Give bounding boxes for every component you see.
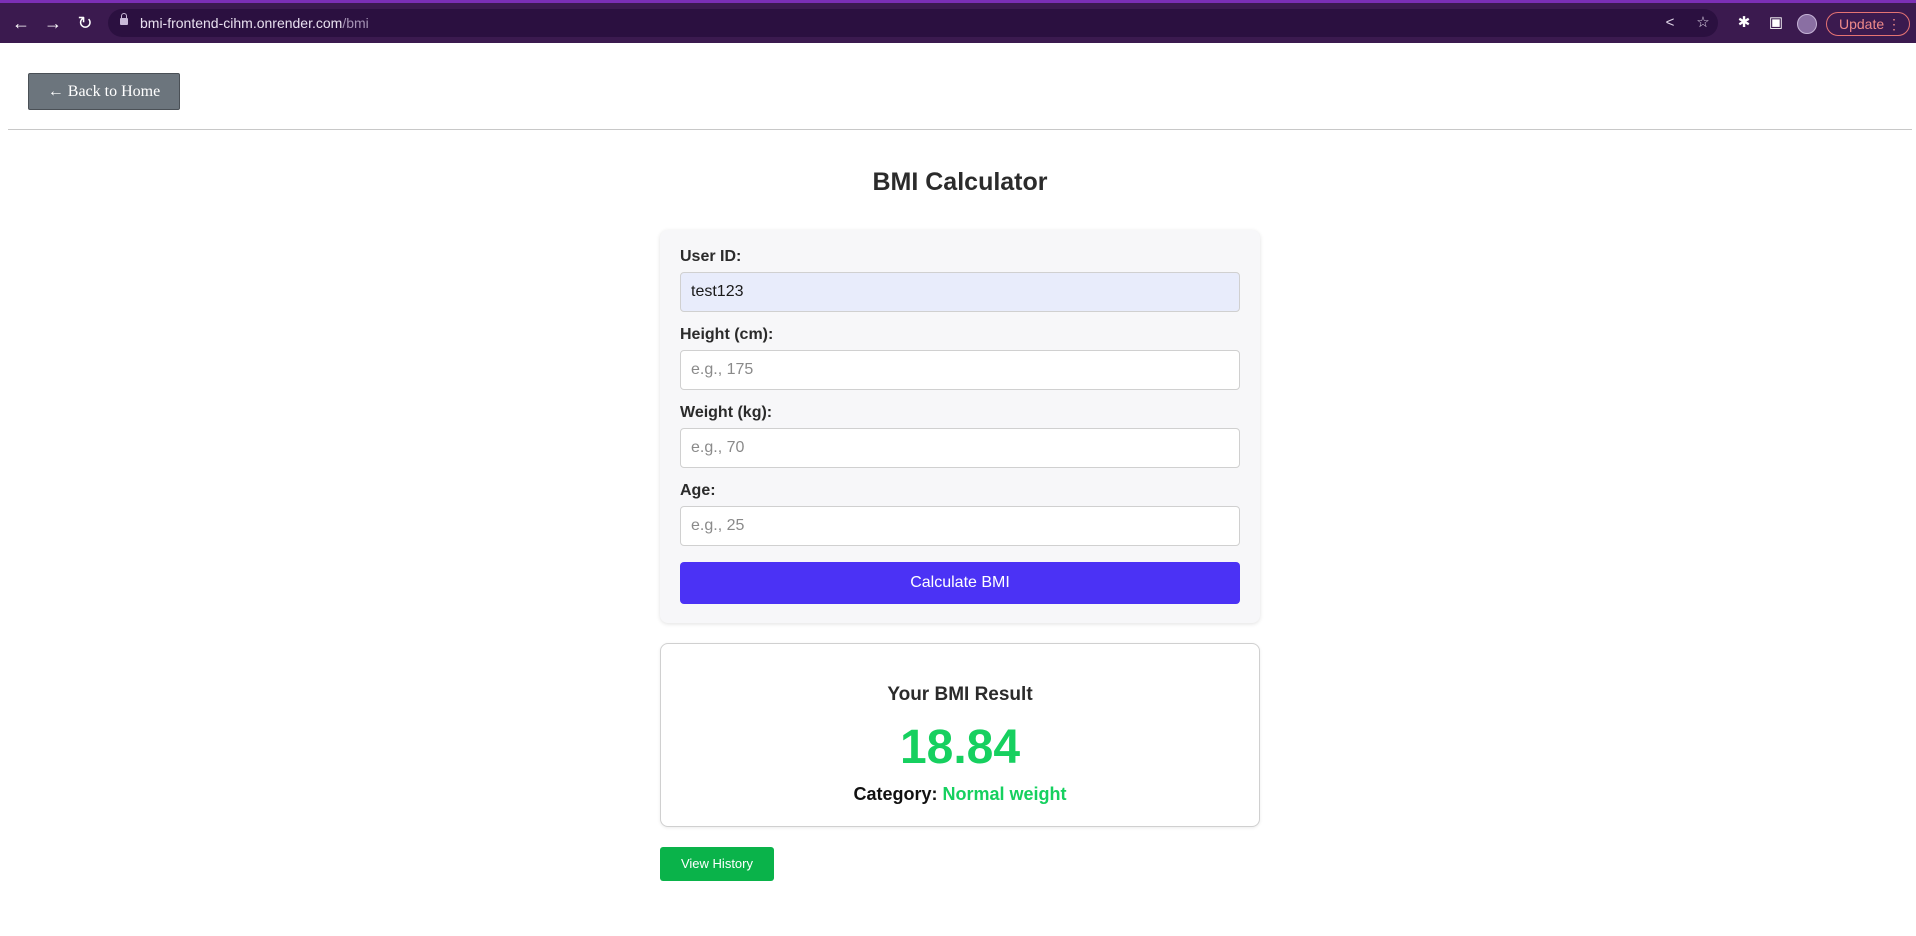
forward-arrow-icon[interactable]: →: [41, 11, 65, 35]
extensions-puzzle-icon[interactable]: ✱: [1734, 13, 1754, 33]
lock-icon: [120, 13, 128, 25]
bmi-category: Category: Normal weight: [661, 784, 1259, 805]
user-id-label: User ID:: [680, 248, 742, 265]
age-input[interactable]: [680, 506, 1240, 546]
reload-icon[interactable]: ↻: [73, 11, 97, 35]
bmi-result-card: Your BMI Result 18.84 Category: Normal w…: [660, 643, 1260, 827]
bmi-value: 18.84: [899, 721, 1021, 774]
share-icon[interactable]: <: [1660, 13, 1680, 33]
height-label: Height (cm):: [680, 326, 774, 343]
back-to-home-button[interactable]: ← Back to Home: [28, 73, 180, 110]
calculate-bmi-button[interactable]: Calculate BMI: [680, 562, 1240, 604]
menu-dots-icon[interactable]: ⋮: [1887, 13, 1901, 35]
url-text[interactable]: bmi-frontend-cihm.onrender.com/bmi: [140, 15, 369, 31]
category-value: Normal weight: [942, 784, 1067, 804]
category-label: Category:: [853, 784, 938, 804]
browser-toolbar: ← → ↻ bmi-frontend-cihm.onrender.com/bmi…: [0, 0, 1916, 43]
update-button[interactable]: Update ⋮: [1826, 12, 1910, 36]
height-input[interactable]: [680, 350, 1240, 390]
profile-avatar[interactable]: [1797, 14, 1817, 34]
side-panel-icon[interactable]: ▣: [1766, 13, 1786, 33]
back-arrow-icon[interactable]: ←: [9, 11, 33, 35]
view-history-button[interactable]: View History: [660, 847, 774, 881]
divider: [8, 129, 1912, 130]
result-heading: Your BMI Result: [887, 684, 1033, 705]
bmi-form: User ID: Height (cm): Weight (kg): Age: …: [660, 230, 1260, 623]
address-bar[interactable]: bmi-frontend-cihm.onrender.com/bmi < ☆: [108, 9, 1718, 37]
bookmark-star-icon[interactable]: ☆: [1693, 13, 1713, 33]
weight-label: Weight (kg):: [680, 404, 773, 421]
page-title: BMI Calculator: [872, 168, 1048, 196]
user-id-input[interactable]: [680, 272, 1240, 312]
weight-input[interactable]: [680, 428, 1240, 468]
age-label: Age:: [680, 482, 716, 499]
